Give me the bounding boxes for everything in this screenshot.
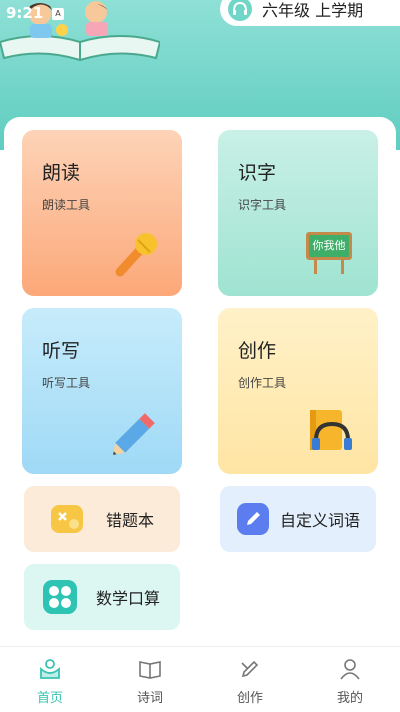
tab-create[interactable]: 创作	[200, 647, 300, 712]
creation-card[interactable]: 创作 创作工具	[218, 308, 378, 474]
error-book-icon	[51, 505, 83, 533]
status-indicator: A	[52, 8, 64, 20]
card-title: 识字	[238, 162, 277, 184]
tool-label: 自定义词语	[280, 511, 361, 530]
literacy-card[interactable]: 识字 识字工具 你我他	[218, 130, 378, 296]
bottom-tab-bar: 首页 诗词 创作 我的	[0, 646, 400, 712]
card-title: 听写	[42, 340, 81, 362]
edit-icon	[237, 503, 269, 535]
card-subtitle: 识字工具	[238, 198, 287, 212]
card-subtitle: 创作工具	[238, 376, 287, 390]
grade-label: 六年级 上学期	[262, 1, 364, 20]
microphone-icon	[115, 233, 157, 277]
create-icon	[241, 660, 259, 678]
reading-card[interactable]: 朗读 朗读工具	[22, 130, 182, 296]
book-headphones-icon	[310, 410, 352, 450]
dictation-card[interactable]: 听写 听写工具	[22, 308, 182, 474]
error-book-button[interactable]: 错题本	[24, 486, 180, 552]
tab-label: 首页	[36, 691, 63, 706]
profile-icon	[340, 659, 360, 680]
tool-label: 数学口算	[96, 589, 161, 608]
home-icon	[40, 659, 60, 679]
card-title: 创作	[238, 340, 277, 362]
grade-selector[interactable]: 六年级 上学期	[220, 0, 400, 26]
calculator-icon	[43, 580, 77, 614]
tab-label: 诗词	[136, 691, 163, 706]
card-subtitle: 朗读工具	[42, 198, 91, 212]
poem-book-icon	[139, 661, 161, 679]
card-title: 朗读	[42, 162, 81, 184]
custom-words-button[interactable]: 自定义词语	[220, 486, 376, 552]
blackboard-text: 你我他	[306, 232, 352, 260]
tool-label: 错题本	[106, 511, 155, 530]
pencil-icon	[113, 413, 155, 455]
tab-poems[interactable]: 诗词	[100, 647, 200, 712]
headphones-icon	[228, 0, 252, 21]
tab-profile[interactable]: 我的	[300, 647, 400, 712]
blackboard-icon: 你我他	[306, 232, 354, 278]
status-time: 9:21	[6, 4, 44, 22]
tab-label: 创作	[236, 691, 263, 706]
tab-label: 我的	[336, 691, 363, 706]
card-subtitle: 听写工具	[42, 376, 91, 390]
tab-home[interactable]: 首页	[0, 647, 100, 712]
math-calc-button[interactable]: 数学口算	[24, 564, 180, 630]
